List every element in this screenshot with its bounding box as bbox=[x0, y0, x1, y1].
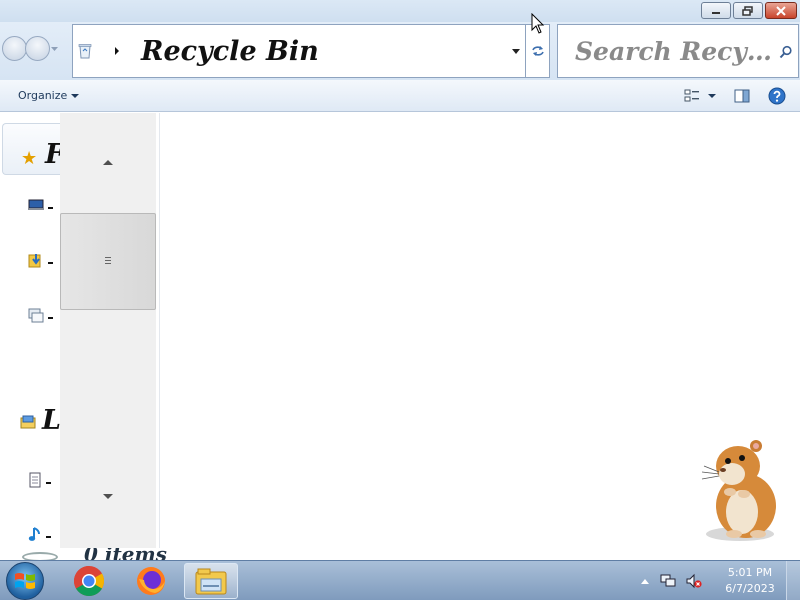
recycle-bin-icon bbox=[78, 44, 92, 59]
preview-pane-icon[interactable] bbox=[734, 88, 750, 104]
favorites-header[interactable]: ★ F bbox=[2, 123, 64, 175]
nav-item-desktop[interactable] bbox=[28, 195, 58, 215]
nav-item-label-truncated bbox=[46, 482, 51, 484]
taskbar-firefox[interactable] bbox=[124, 563, 178, 599]
address-bar[interactable]: Recycle Bin bbox=[72, 24, 526, 78]
system-clock[interactable]: 5:01 PM 6/7/2023 bbox=[718, 565, 782, 597]
firefox-icon bbox=[137, 567, 165, 595]
notification-area bbox=[640, 561, 702, 600]
address-history-dropdown-icon[interactable] bbox=[511, 47, 521, 55]
item-count: 0 items bbox=[84, 548, 167, 560]
clock-date: 6/7/2023 bbox=[725, 582, 775, 595]
navigation-bar: Recycle Bin Search Recy… bbox=[0, 22, 800, 80]
nav-item-downloads[interactable] bbox=[28, 250, 58, 270]
minimize-icon bbox=[712, 11, 720, 14]
taskbar-chrome[interactable] bbox=[62, 563, 116, 599]
address-location[interactable]: Recycle Bin bbox=[141, 36, 319, 67]
libraries-icon bbox=[20, 415, 36, 429]
hamster-mascot-icon bbox=[701, 440, 776, 541]
chevron-down-icon bbox=[71, 93, 80, 98]
network-icon[interactable] bbox=[660, 573, 676, 589]
libraries-label[interactable]: L bbox=[42, 405, 61, 436]
clock-time: 5:01 PM bbox=[727, 566, 773, 579]
windows-logo-icon bbox=[15, 573, 35, 589]
organize-label: Organize bbox=[18, 89, 68, 102]
scrollbar-thumb[interactable] bbox=[60, 213, 156, 310]
documents-icon bbox=[29, 472, 41, 488]
volume-muted-icon[interactable] bbox=[686, 573, 702, 589]
start-button[interactable] bbox=[6, 562, 44, 600]
scroll-down-arrow-icon[interactable] bbox=[102, 493, 114, 501]
forward-button[interactable] bbox=[25, 36, 50, 61]
organize-menu[interactable]: Organize bbox=[18, 89, 80, 102]
navigation-pane-scrollbar[interactable] bbox=[60, 113, 156, 548]
restore-icon bbox=[742, 5, 753, 16]
nav-item-label-truncated bbox=[46, 536, 51, 538]
search-box[interactable]: Search Recy… bbox=[557, 24, 799, 78]
nav-item-documents[interactable] bbox=[28, 470, 58, 490]
close-icon bbox=[776, 5, 786, 16]
taskbar: 5:01 PM 6/7/2023 bbox=[0, 560, 800, 600]
details-pane: 0 items bbox=[0, 548, 800, 560]
change-view-button[interactable] bbox=[684, 88, 716, 104]
taskbar-windows-explorer[interactable] bbox=[184, 563, 238, 599]
view-options-dropdown-icon[interactable] bbox=[708, 93, 716, 99]
window-controls bbox=[701, 2, 797, 19]
nav-item-label-truncated bbox=[48, 207, 53, 209]
nav-item-label-truncated bbox=[48, 262, 53, 264]
window-titlebar[interactable] bbox=[0, 0, 800, 22]
history-buttons bbox=[2, 36, 59, 61]
search-input[interactable]: Search Recy… bbox=[575, 37, 775, 66]
recycle-bin-large-icon bbox=[22, 552, 58, 560]
recent-pages-dropdown-icon[interactable] bbox=[50, 44, 59, 53]
navigation-pane[interactable]: ★ F L bbox=[0, 113, 160, 548]
back-button[interactable] bbox=[2, 36, 27, 61]
command-bar: Organize bbox=[0, 80, 800, 112]
refresh-icon bbox=[531, 46, 544, 56]
scroll-up-arrow-icon[interactable] bbox=[102, 158, 114, 166]
change-view-icon bbox=[684, 89, 699, 102]
favorites-star-icon: ★ bbox=[21, 148, 38, 169]
close-button[interactable] bbox=[765, 2, 797, 19]
show-hidden-icons[interactable] bbox=[640, 577, 650, 585]
search-icon[interactable] bbox=[779, 45, 793, 59]
desktop-icon bbox=[28, 199, 44, 210]
minimize-button[interactable] bbox=[701, 2, 731, 19]
nav-item-music[interactable] bbox=[28, 524, 58, 544]
command-bar-tools bbox=[684, 87, 786, 105]
chrome-icon bbox=[73, 566, 105, 597]
nav-item-recent-places[interactable] bbox=[28, 305, 58, 325]
mouse-cursor-icon bbox=[531, 13, 545, 34]
downloads-icon bbox=[28, 254, 41, 268]
recent-places-icon bbox=[28, 308, 44, 323]
breadcrumb-separator-icon[interactable] bbox=[113, 46, 121, 56]
show-desktop-button[interactable] bbox=[786, 561, 800, 600]
windows-explorer-icon bbox=[195, 568, 227, 595]
music-icon bbox=[28, 527, 40, 541]
scrollbar-grip-icon bbox=[105, 257, 111, 265]
nav-item-label-truncated bbox=[48, 317, 53, 319]
maximize-button[interactable] bbox=[733, 2, 763, 19]
help-icon[interactable] bbox=[768, 87, 786, 105]
